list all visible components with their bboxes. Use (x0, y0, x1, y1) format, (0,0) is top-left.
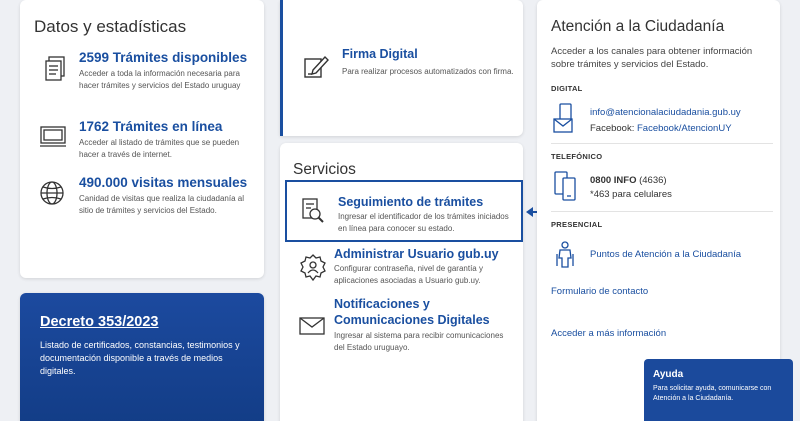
atencion-title: Atención a la Ciudadanía (551, 18, 725, 35)
ayuda-widget[interactable]: Ayuda Para solicitar ayuda, comunicarse … (644, 359, 793, 421)
stat-title[interactable]: 2599 Trámites disponibles (79, 50, 247, 65)
atencion-ciudadania-card: Atención a la Ciudadanía Acceder a los c… (537, 0, 780, 421)
facebook-line: Facebook: Facebook/AtencionUY (590, 122, 732, 135)
facebook-prefix: Facebook: (590, 123, 637, 134)
person-icon (554, 240, 576, 268)
document-list-icon (44, 56, 66, 82)
stat-desc: Acceder a toda la información necesaria … (79, 69, 241, 90)
divider (551, 211, 773, 212)
service-desc: Ingresar el identificador de los trámite… (338, 212, 509, 233)
monitor-icon (39, 125, 67, 149)
stat-tramites-en-linea[interactable]: 1762 Trámites en línea Acceder al listad… (34, 119, 259, 164)
stat-desc: Acceder al listado de trámites que se pu… (79, 138, 240, 159)
ayuda-title: Ayuda (653, 369, 684, 380)
service-title-line2: Comunicaciones Digitales (334, 313, 490, 327)
servicios-card: Servicios Seguimiento de trámites Ingres… (280, 143, 523, 421)
firma-title[interactable]: Firma Digital (342, 47, 418, 61)
decreto-desc: Listado de certificados, constancias, te… (40, 340, 240, 376)
phone-line: 0800 INFO (4636) (590, 174, 667, 187)
service-title[interactable]: Seguimiento de trámites (338, 194, 483, 210)
stats-card: Datos y estadísticas 2599 Trámites dispo… (20, 0, 264, 278)
ayuda-desc: Para solicitar ayuda, comunicarse con At… (653, 385, 772, 402)
service-title[interactable]: Administrar Usuario gub.uy (334, 246, 499, 262)
phone-number[interactable]: 0800 INFO (590, 175, 636, 186)
stat-desc: Canidad de visitas que realiza la ciudad… (79, 194, 244, 215)
service-desc: Ingresar al sistema para recibir comunic… (334, 331, 504, 352)
phone-icon (553, 170, 577, 202)
service-seguimiento-tramites[interactable]: Seguimiento de trámites Ingresar el iden… (285, 180, 523, 242)
service-title-line1: Notificaciones y (334, 297, 430, 311)
section-telefonico: TELEFÓNICO (551, 152, 603, 161)
user-settings-icon (298, 253, 328, 283)
service-notificaciones[interactable]: Notificaciones y Comunicaciones Digitale… (280, 296, 523, 356)
section-presencial: PRESENCIAL (551, 220, 603, 229)
service-desc: Configurar contraseña, nivel de garantía… (334, 264, 483, 285)
globe-icon (39, 180, 65, 206)
stat-visitas-mensuales[interactable]: 490.000 visitas mensuales Canidad de vis… (34, 175, 259, 235)
phone-cell: *463 para celulares (590, 189, 672, 200)
devices-mail-icon (552, 103, 578, 135)
servicios-title: Servicios (293, 161, 356, 178)
email-link[interactable]: info@atencionalaciudadania.gub.uy (590, 106, 741, 119)
stat-title[interactable]: 490.000 visitas mensuales (79, 175, 247, 190)
atencion-intro: Acceder a los canales para obtener infor… (551, 46, 753, 70)
stat-title[interactable]: 1762 Trámites en línea (79, 119, 222, 134)
facebook-link[interactable]: Facebook/AtencionUY (637, 123, 732, 134)
mas-informacion-link[interactable]: Acceder a más información (551, 327, 666, 340)
decreto-link[interactable]: Decreto 353/2023 (40, 314, 159, 330)
service-title[interactable]: Notificaciones y Comunicaciones Digitale… (334, 296, 490, 328)
signature-pen-icon (303, 53, 329, 79)
puntos-atencion-link[interactable]: Puntos de Atención a la Ciudadanía (590, 248, 741, 261)
formulario-contacto-link[interactable]: Formulario de contacto (551, 285, 648, 298)
decreto-card[interactable]: Decreto 353/2023 Listado de certificados… (20, 293, 264, 421)
stat-tramites-disponibles[interactable]: 2599 Trámites disponibles Acceder a toda… (34, 50, 259, 110)
document-search-icon (301, 198, 325, 224)
envelope-icon (298, 316, 326, 336)
service-administrar-usuario[interactable]: Administrar Usuario gub.uy Configurar co… (280, 246, 523, 291)
firma-digital-card[interactable]: Firma Digital Para realizar procesos aut… (280, 0, 523, 136)
firma-desc: Para realizar procesos automatizados con… (342, 67, 514, 76)
section-digital: DIGITAL (551, 84, 583, 93)
phone-extra: (4636) (636, 175, 667, 186)
divider (551, 143, 773, 144)
stats-title: Datos y estadísticas (34, 17, 187, 36)
